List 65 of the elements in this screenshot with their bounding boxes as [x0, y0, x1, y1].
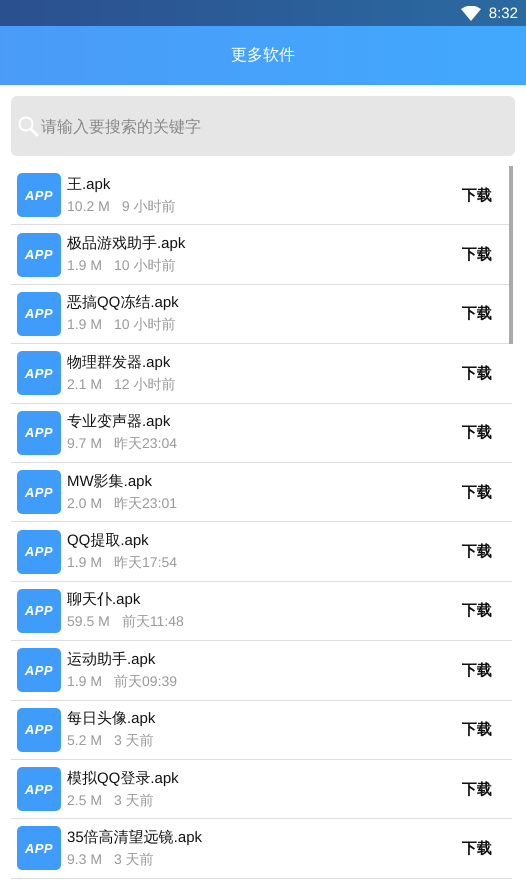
app-icon: APP: [17, 648, 61, 692]
app-size: 1.9 M: [67, 672, 102, 691]
app-name: 恶搞QQ冻结.apk: [67, 293, 180, 312]
app-name: QQ提取.apk: [67, 531, 150, 550]
app-size: 9.3 M: [67, 850, 102, 869]
app-size: 1.9 M: [67, 316, 102, 334]
app-time: 10 小时前: [114, 316, 176, 334]
app-time: 昨天23:04: [114, 435, 178, 454]
scrollbar[interactable]: [509, 166, 513, 344]
app-icon: APP: [17, 588, 61, 633]
download-button[interactable]: 下载: [462, 660, 492, 680]
download-button[interactable]: 下载: [462, 186, 492, 205]
app-size: 2.5 M: [67, 792, 102, 810]
app-name: 聊天仆.apk: [67, 590, 142, 610]
app-icon: APP: [17, 292, 61, 336]
app-size: 5.2 M: [67, 732, 102, 750]
wifi-icon: [460, 6, 481, 20]
app-name: 每日头像.apk: [67, 709, 156, 728]
app-icon: APP: [17, 470, 61, 514]
app-time: 3 天前: [114, 850, 154, 869]
download-button[interactable]: 下载: [462, 364, 492, 383]
app-size: 2.1 M: [67, 376, 102, 394]
app-time: 昨天23:01: [114, 494, 178, 513]
app-name: 极品游戏助手.apk: [67, 234, 186, 254]
app-size: 59.5 M: [67, 613, 110, 632]
header-title: 更多软件: [231, 45, 295, 66]
download-button[interactable]: 下载: [462, 482, 492, 502]
app-name: 专业变声器.apk: [67, 412, 172, 432]
app-icon: APP: [17, 530, 61, 574]
download-button[interactable]: 下载: [462, 720, 492, 740]
app-size: 9.7 M: [67, 435, 102, 454]
app-time: 前天09:39: [114, 672, 178, 691]
app-icon: APP: [17, 767, 61, 812]
app-icon: APP: [17, 826, 61, 870]
status-time: 8:32: [488, 4, 518, 22]
app-size: 1.9 M: [67, 554, 102, 572]
app-name: 运动助手.apk: [67, 650, 156, 669]
app-name: 王.apk: [67, 174, 112, 194]
app-time: 3 天前: [114, 732, 154, 750]
app-time: 10 小时前: [114, 257, 176, 276]
download-button[interactable]: 下载: [462, 838, 492, 858]
app-name: 35倍高清望远镜.apk: [67, 828, 204, 847]
download-button[interactable]: 下载: [462, 245, 492, 264]
app-time: 3 天前: [114, 792, 154, 810]
app-time: 9 小时前: [122, 198, 176, 216]
app-time: 12 小时前: [114, 376, 176, 394]
app-icon: APP: [17, 708, 61, 752]
download-button[interactable]: 下载: [462, 601, 492, 620]
download-button[interactable]: 下载: [462, 542, 492, 562]
download-button[interactable]: 下载: [462, 780, 492, 799]
search-field[interactable]: 请输入要搜索的关键字: [11, 96, 515, 156]
app-size: 10.2 M: [67, 198, 110, 216]
app-name: 物理群发器.apk: [67, 352, 172, 372]
download-button[interactable]: 下载: [462, 423, 492, 442]
app-name: MW影集.apk: [67, 472, 154, 491]
app-time: 昨天17:54: [114, 554, 178, 572]
app-name: 模拟QQ登录.apk: [67, 768, 180, 788]
app-size: 2.0 M: [67, 494, 102, 513]
app-size: 1.9 M: [67, 257, 102, 276]
download-button[interactable]: 下载: [462, 304, 492, 324]
app-time: 前天11:48: [122, 613, 184, 632]
app-icon: APP: [17, 351, 61, 396]
app-icon: APP: [17, 232, 61, 277]
app-icon: APP: [17, 173, 61, 218]
app-icon: APP: [17, 410, 61, 455]
